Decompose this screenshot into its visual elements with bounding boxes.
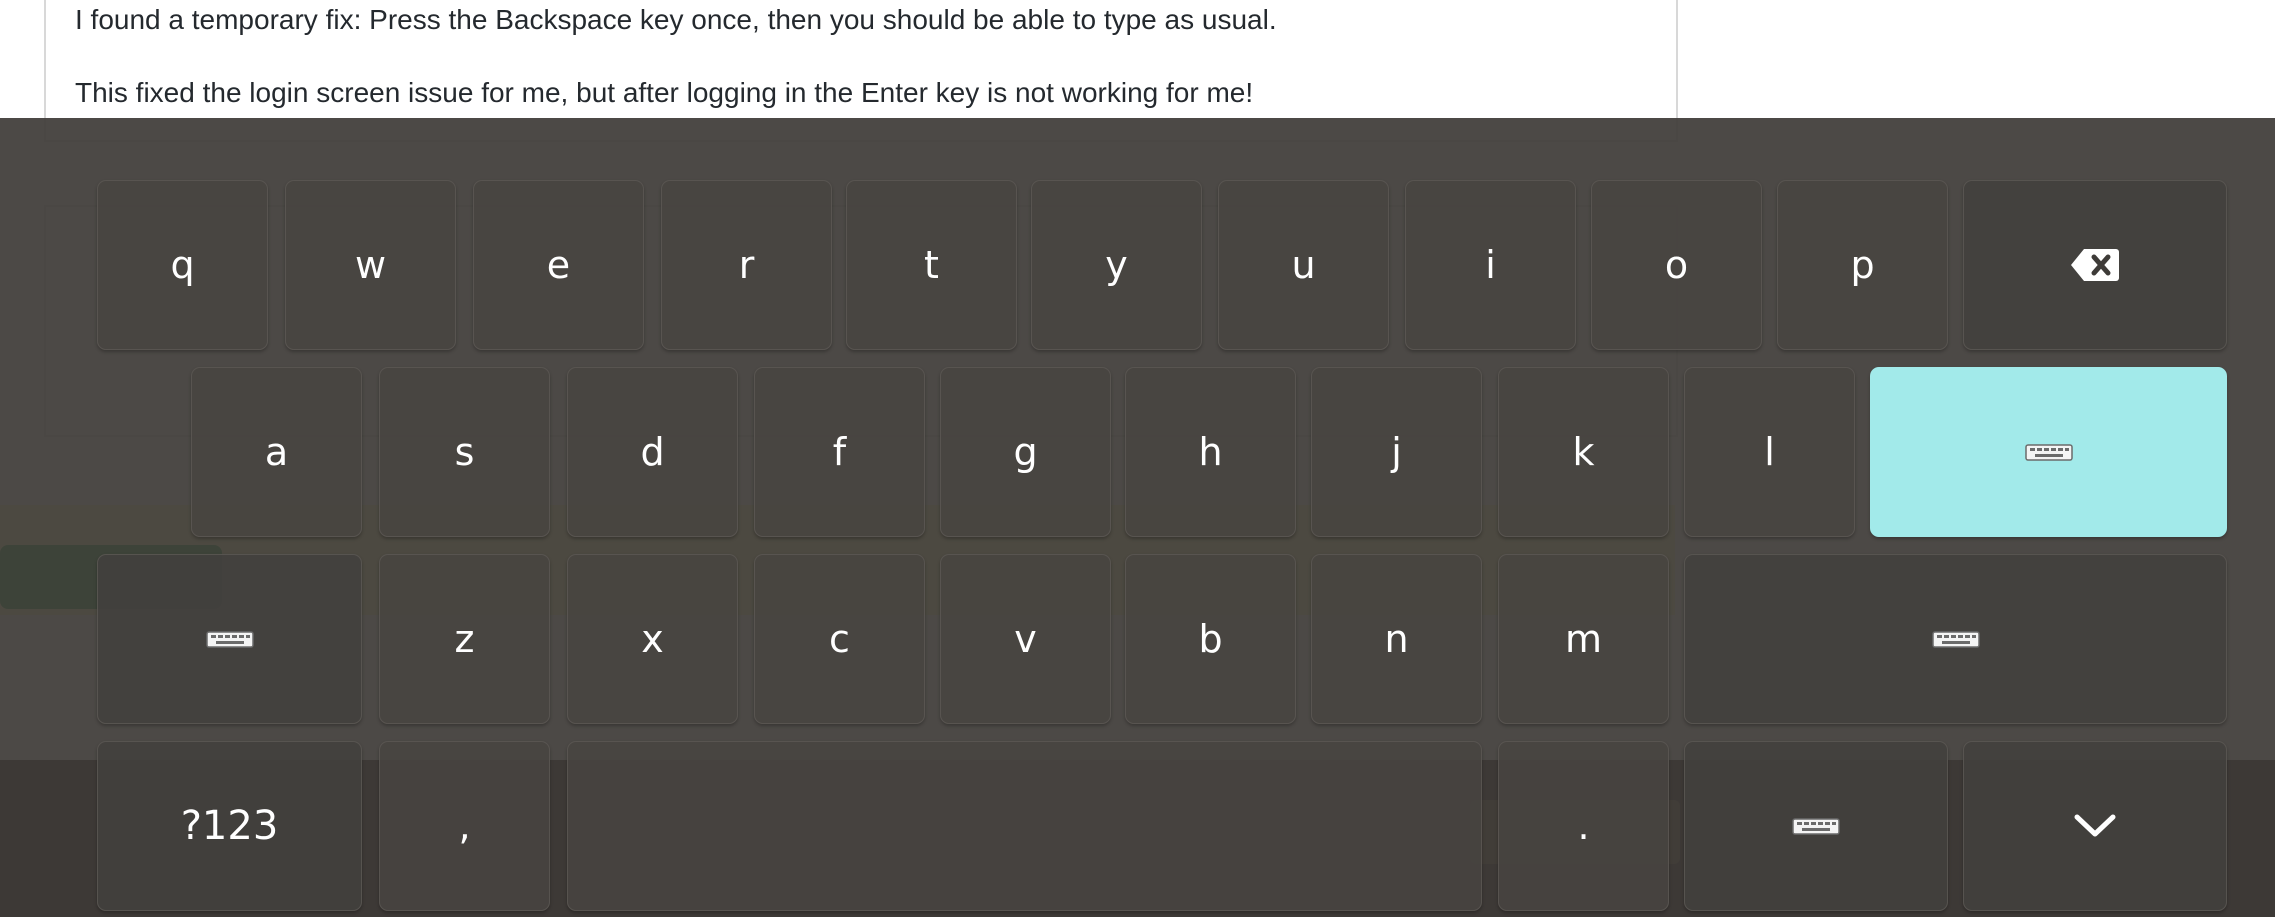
key-s[interactable]: s — [379, 367, 550, 537]
key-f[interactable]: f — [754, 367, 925, 537]
chevron-down-icon — [2074, 814, 2116, 837]
key-m[interactable]: m — [1498, 554, 1669, 724]
comment-line-2: This fixed the login screen issue for me… — [75, 77, 1254, 108]
on-screen-keyboard: q w e r t y u i o p a s d f g h j k l z … — [0, 118, 2275, 917]
symbols-key[interactable]: ?123 — [97, 741, 362, 911]
key-i[interactable]: i — [1405, 180, 1576, 350]
key-c[interactable]: c — [754, 554, 925, 724]
key-j[interactable]: j — [1311, 367, 1482, 537]
key-y[interactable]: y — [1031, 180, 1202, 350]
comment-line-1: I found a temporary fix: Press the Backs… — [75, 4, 1277, 35]
key-r[interactable]: r — [661, 180, 832, 350]
keyboard-icon — [2024, 444, 2073, 461]
hide-keyboard-key[interactable] — [1963, 741, 2227, 911]
key-q[interactable]: q — [97, 180, 268, 350]
key-w[interactable]: w — [285, 180, 456, 350]
space-key[interactable] — [567, 741, 1482, 911]
keyboard-icon — [205, 631, 254, 648]
keyboard-icon — [1931, 631, 1980, 648]
shift-right-key[interactable] — [1684, 554, 2227, 724]
layout-key[interactable] — [1684, 741, 1948, 911]
key-a[interactable]: a — [191, 367, 362, 537]
keyboard-icon — [1792, 818, 1840, 835]
backspace-key[interactable] — [1963, 180, 2227, 350]
key-h[interactable]: h — [1125, 367, 1296, 537]
key-o[interactable]: o — [1591, 180, 1762, 350]
key-n[interactable]: n — [1311, 554, 1482, 724]
key-l[interactable]: l — [1684, 367, 1855, 537]
key-comma[interactable]: , — [379, 741, 550, 911]
shift-left-key[interactable] — [97, 554, 362, 724]
key-v[interactable]: v — [940, 554, 1111, 724]
key-u[interactable]: u — [1218, 180, 1389, 350]
enter-key[interactable] — [1870, 367, 2227, 537]
key-b[interactable]: b — [1125, 554, 1296, 724]
backspace-icon — [2071, 249, 2119, 281]
key-e[interactable]: e — [473, 180, 644, 350]
key-d[interactable]: d — [567, 367, 738, 537]
key-period[interactable]: . — [1498, 741, 1669, 911]
key-z[interactable]: z — [379, 554, 550, 724]
key-g[interactable]: g — [940, 367, 1111, 537]
key-k[interactable]: k — [1498, 367, 1669, 537]
key-p[interactable]: p — [1777, 180, 1948, 350]
key-t[interactable]: t — [846, 180, 1017, 350]
key-x[interactable]: x — [567, 554, 738, 724]
